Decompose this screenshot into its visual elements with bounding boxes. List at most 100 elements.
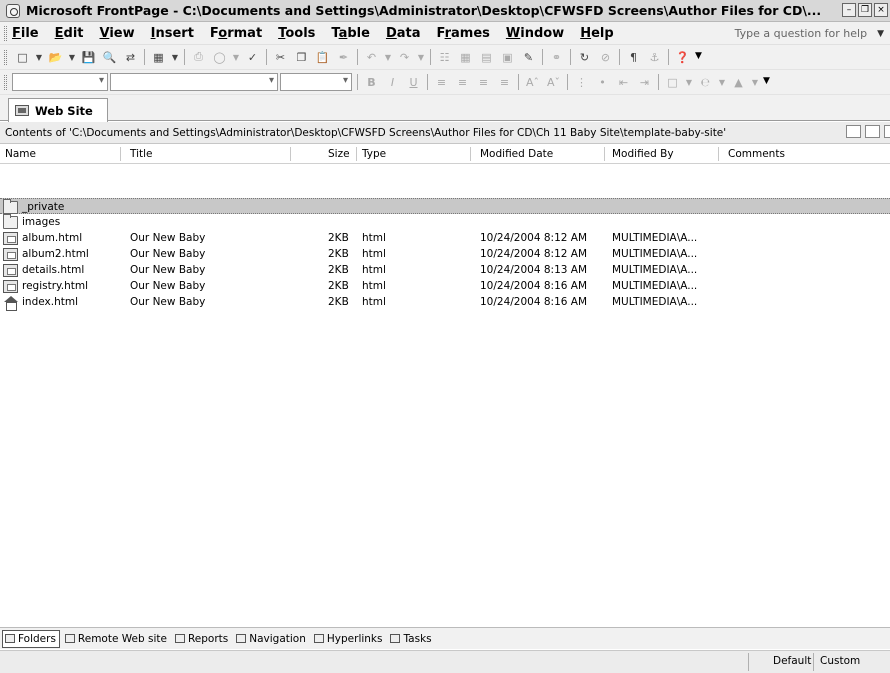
preview-icon[interactable]: ◯ bbox=[211, 49, 228, 66]
menu-item-frames[interactable]: Frames bbox=[437, 26, 490, 41]
toolbar-options-icon[interactable]: ▼ bbox=[695, 51, 703, 63]
view-reports-button[interactable]: Reports bbox=[173, 630, 231, 648]
toolbar-grip[interactable] bbox=[4, 49, 7, 65]
new-dropdown-icon[interactable]: ▼ bbox=[35, 49, 43, 66]
menu-item-file[interactable]: File bbox=[12, 26, 39, 41]
preview-dropdown-icon[interactable]: ▼ bbox=[232, 49, 240, 66]
up-folder-icon[interactable] bbox=[884, 125, 890, 138]
menu-item-help[interactable]: Help bbox=[580, 26, 613, 41]
redo-dropdown-icon[interactable]: ▼ bbox=[417, 49, 425, 66]
font-combo[interactable] bbox=[110, 73, 278, 91]
view-folders-button[interactable]: Folders bbox=[2, 629, 60, 648]
open-dropdown-icon[interactable]: ▼ bbox=[68, 49, 76, 66]
open-folder-icon[interactable]: 📂 bbox=[47, 49, 64, 66]
align-center-icon[interactable]: ≡ bbox=[454, 74, 471, 91]
show-all-icon[interactable]: ¶ bbox=[625, 49, 642, 66]
insert-picture-icon[interactable]: ▣ bbox=[499, 49, 516, 66]
file-row[interactable]: registry.html Our New Baby 2KB html 10/24/20… bbox=[0, 278, 890, 294]
justify-icon[interactable]: ≡ bbox=[496, 74, 513, 91]
bullets-icon[interactable]: • bbox=[594, 74, 611, 91]
help-search-input[interactable]: Type a question for help bbox=[735, 27, 867, 40]
highlight-icon[interactable]: ℮ bbox=[697, 74, 714, 91]
search-icon[interactable]: 🔍 bbox=[101, 49, 118, 66]
new-page-icon[interactable] bbox=[846, 125, 861, 138]
new-folder-icon[interactable] bbox=[865, 125, 880, 138]
menu-item-insert[interactable]: Insert bbox=[151, 26, 194, 41]
pane-dropdown-icon[interactable]: ▼ bbox=[171, 49, 179, 66]
increase-font-icon[interactable]: Aˆ bbox=[524, 74, 541, 91]
font-color-icon[interactable]: ▲ bbox=[730, 74, 747, 91]
underline-button[interactable]: U bbox=[405, 74, 422, 91]
font-size-combo[interactable] bbox=[280, 73, 352, 91]
undo-dropdown-icon[interactable]: ▼ bbox=[384, 49, 392, 66]
bold-button[interactable]: B bbox=[363, 74, 380, 91]
save-icon[interactable]: 💾 bbox=[80, 49, 97, 66]
new-page-icon[interactable]: □ bbox=[14, 49, 31, 66]
align-left-icon[interactable]: ≡ bbox=[433, 74, 450, 91]
file-row[interactable]: album.html Our New Baby 2KB html 10/24/2004 … bbox=[0, 230, 890, 246]
help-icon[interactable]: ❓ bbox=[674, 49, 691, 66]
decrease-font-icon[interactable]: Aˇ bbox=[545, 74, 562, 91]
view-tasks-button[interactable]: Tasks bbox=[388, 630, 434, 648]
align-right-icon[interactable]: ≡ bbox=[475, 74, 492, 91]
frontpage-app-icon[interactable] bbox=[6, 3, 20, 18]
restore-button[interactable]: ❐ bbox=[858, 3, 872, 17]
refresh-icon[interactable]: ↻ bbox=[576, 49, 593, 66]
decrease-indent-icon[interactable]: ⇤ bbox=[615, 74, 632, 91]
publish-icon[interactable]: ⇄ bbox=[122, 49, 139, 66]
view-remote-web-site-button[interactable]: Remote Web site bbox=[63, 630, 170, 648]
menu-item-window[interactable]: Window bbox=[506, 26, 564, 41]
copy-icon[interactable]: ❐ bbox=[293, 49, 310, 66]
style-combo[interactable] bbox=[12, 73, 108, 91]
spelling-icon[interactable]: ✓ bbox=[244, 49, 261, 66]
file-row[interactable]: index.html Our New Baby 2KB html 10/24/2004 … bbox=[0, 294, 890, 311]
column-header-name[interactable]: Name bbox=[5, 148, 36, 160]
menu-item-table[interactable]: Table bbox=[331, 26, 370, 41]
menu-item-view[interactable]: View bbox=[100, 26, 135, 41]
file-row[interactable]: images bbox=[0, 214, 890, 230]
file-row[interactable]: details.html Our New Baby 2KB html 10/24/200… bbox=[0, 262, 890, 278]
format-painter-icon[interactable]: ✒ bbox=[335, 49, 352, 66]
menu-item-format[interactable]: Format bbox=[210, 26, 262, 41]
cut-icon[interactable]: ✂ bbox=[272, 49, 289, 66]
undo-icon[interactable]: ↶ bbox=[363, 49, 380, 66]
insert-layer-icon[interactable]: ▤ bbox=[478, 49, 495, 66]
border-dropdown-icon[interactable]: ▼ bbox=[685, 74, 693, 91]
column-header-title[interactable]: Title bbox=[130, 148, 153, 160]
file-row[interactable]: _private bbox=[0, 198, 890, 214]
chevron-down-icon[interactable]: ▼ bbox=[877, 29, 884, 39]
numbering-icon[interactable]: ⋮ bbox=[573, 74, 590, 91]
column-header-modified-date[interactable]: Modified Date bbox=[480, 148, 553, 160]
menu-item-edit[interactable]: Edit bbox=[55, 26, 84, 41]
column-header-size[interactable]: Size bbox=[328, 148, 350, 160]
column-header-modified-by[interactable]: Modified By bbox=[612, 148, 674, 160]
menu-grip[interactable] bbox=[4, 25, 7, 41]
menu-item-data[interactable]: Data bbox=[386, 26, 421, 41]
tab-web-site[interactable]: Web Site bbox=[8, 98, 108, 122]
view-navigation-button[interactable]: Navigation bbox=[234, 630, 309, 648]
print-icon[interactable]: ⎙ bbox=[190, 49, 207, 66]
increase-indent-icon[interactable]: ⇥ bbox=[636, 74, 653, 91]
view-hyperlinks-button[interactable]: Hyperlinks bbox=[312, 630, 386, 648]
font-color-dropdown-icon[interactable]: ▼ bbox=[751, 74, 759, 91]
toggle-pane-icon[interactable]: ▦ bbox=[150, 49, 167, 66]
toolbar-grip[interactable] bbox=[4, 74, 7, 90]
help-search-box[interactable]: Type a question for help ▼ bbox=[735, 22, 890, 45]
italic-button[interactable]: I bbox=[384, 74, 401, 91]
stop-icon[interactable]: ⊘ bbox=[597, 49, 614, 66]
toolbar-options-icon[interactable]: ▼ bbox=[763, 76, 771, 88]
close-button[interactable]: × bbox=[874, 3, 888, 17]
menu-item-tools[interactable]: Tools bbox=[278, 26, 315, 41]
column-header-comments[interactable]: Comments bbox=[728, 148, 785, 160]
hyperlink-icon[interactable]: ⚭ bbox=[548, 49, 565, 66]
column-header-type[interactable]: Type bbox=[362, 148, 386, 160]
file-row[interactable]: album2.html Our New Baby 2KB html 10/24/2004… bbox=[0, 246, 890, 262]
highlight-dropdown-icon[interactable]: ▼ bbox=[718, 74, 726, 91]
border-icon[interactable]: □ bbox=[664, 74, 681, 91]
paste-icon[interactable]: 📋 bbox=[314, 49, 331, 66]
minimize-button[interactable]: – bbox=[842, 3, 856, 17]
show-layer-anchors-icon[interactable]: ⚓ bbox=[646, 49, 663, 66]
insert-table-icon[interactable]: ▦ bbox=[457, 49, 474, 66]
drawing-icon[interactable]: ✎ bbox=[520, 49, 537, 66]
redo-icon[interactable]: ↷ bbox=[396, 49, 413, 66]
